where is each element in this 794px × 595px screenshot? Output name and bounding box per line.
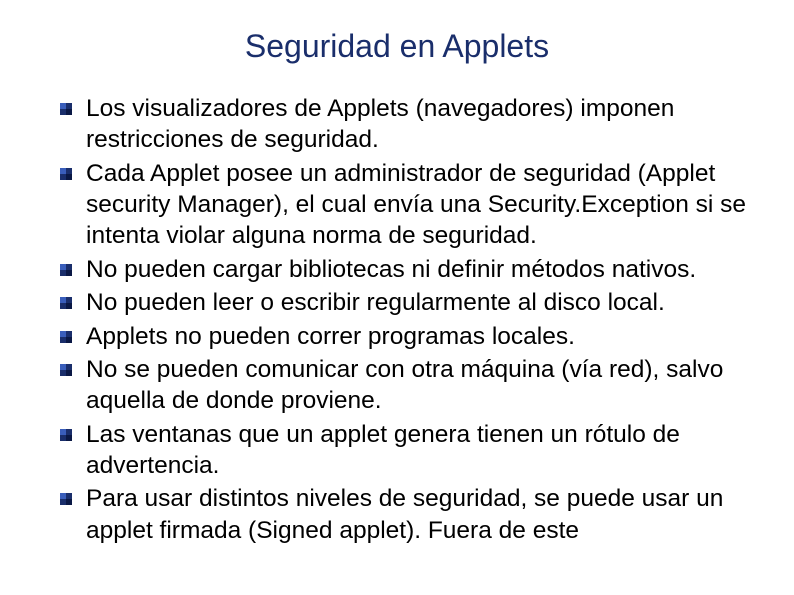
bullet-icon — [60, 364, 72, 376]
item-text: No pueden cargar bibliotecas ni definir … — [86, 254, 696, 285]
item-text: Para usar distintos niveles de seguridad… — [86, 483, 754, 546]
list-item: Las ventanas que un applet genera tienen… — [60, 419, 754, 482]
list-item: Cada Applet posee un administrador de se… — [60, 158, 754, 252]
bullet-icon — [60, 331, 72, 343]
item-text: No se pueden comunicar con otra máquina … — [86, 354, 754, 417]
item-text: Applets no pueden correr programas local… — [86, 321, 575, 352]
bullet-icon — [60, 297, 72, 309]
bullet-icon — [60, 168, 72, 180]
item-text: Las ventanas que un applet genera tienen… — [86, 419, 754, 482]
list-item: Applets no pueden correr programas local… — [60, 321, 754, 352]
list-item: Los visualizadores de Applets (navegador… — [60, 93, 754, 156]
bullet-icon — [60, 429, 72, 441]
bullet-icon — [60, 493, 72, 505]
item-text: No pueden leer o escribir regularmente a… — [86, 287, 665, 318]
bullet-icon — [60, 103, 72, 115]
slide-title: Seguridad en Applets — [40, 28, 754, 65]
item-text: Los visualizadores de Applets (navegador… — [86, 93, 754, 156]
list-item: No pueden cargar bibliotecas ni definir … — [60, 254, 754, 285]
list-item: No pueden leer o escribir regularmente a… — [60, 287, 754, 318]
list-item: No se pueden comunicar con otra máquina … — [60, 354, 754, 417]
slide-content: Los visualizadores de Applets (navegador… — [40, 93, 754, 546]
item-text: Cada Applet posee un administrador de se… — [86, 158, 754, 252]
list-item: Para usar distintos niveles de seguridad… — [60, 483, 754, 546]
slide-container: Seguridad en Applets Los visualizadores … — [0, 0, 794, 546]
bullet-icon — [60, 264, 72, 276]
